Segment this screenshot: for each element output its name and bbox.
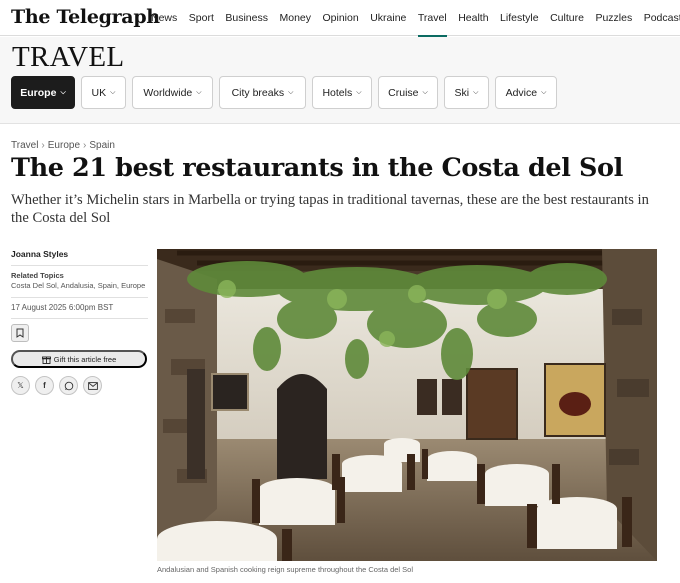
divider bbox=[11, 297, 148, 298]
telegraph-logo[interactable]: The Telegraph bbox=[11, 6, 160, 28]
divider bbox=[11, 318, 148, 319]
nav-item-business[interactable]: Business bbox=[225, 0, 268, 36]
related-topics-label: Related Topics bbox=[11, 271, 64, 280]
subnav-label: UK bbox=[91, 86, 107, 99]
bookmark-button[interactable] bbox=[11, 324, 29, 342]
nav-item-sport[interactable]: Sport bbox=[189, 0, 214, 36]
nav-item-ukraine[interactable]: Ukraine bbox=[370, 0, 406, 36]
share-email-button[interactable] bbox=[83, 376, 102, 395]
share-facebook-button[interactable]: f bbox=[35, 376, 54, 395]
subnav-label: Worldwide bbox=[143, 86, 193, 99]
share-x-button[interactable]: 𝕏 bbox=[11, 376, 30, 395]
section-title[interactable]: TRAVEL bbox=[12, 41, 124, 74]
breadcrumb-europe[interactable]: Europe bbox=[48, 140, 80, 151]
chevron-down-icon: ⌵ bbox=[473, 88, 479, 96]
subnav-label: Hotels bbox=[322, 86, 353, 99]
email-icon bbox=[87, 381, 98, 390]
facebook-icon: f bbox=[43, 381, 46, 390]
gift-label: Gift this article free bbox=[53, 354, 117, 364]
subnav-cruise[interactable]: Cruise ⌵ bbox=[378, 76, 438, 109]
image-caption: Andalusian and Spanish cooking reign sup… bbox=[157, 565, 414, 574]
subnav-europe[interactable]: Europe ⌵ bbox=[11, 76, 75, 109]
subnav-advice[interactable]: Advice ⌵ bbox=[495, 76, 557, 109]
chevron-down-icon: ⌵ bbox=[288, 88, 294, 96]
breadcrumb-travel[interactable]: Travel bbox=[11, 140, 38, 151]
article-headline: The 21 best restaurants in the Costa del… bbox=[11, 153, 623, 183]
subnav-ski[interactable]: Ski ⌵ bbox=[444, 76, 489, 109]
nav-item-news[interactable]: News bbox=[151, 0, 177, 36]
breadcrumb: Travel › Europe › Spain bbox=[11, 140, 115, 151]
top-navigation-bar: The Telegraph News Sport Business Money … bbox=[0, 0, 680, 37]
nav-item-culture[interactable]: Culture bbox=[550, 0, 584, 36]
subnav-hotels[interactable]: Hotels ⌵ bbox=[312, 76, 372, 109]
hero-image bbox=[157, 249, 657, 561]
article-standfirst: Whether it’s Michelin stars in Marbella … bbox=[11, 192, 649, 226]
breadcrumb-spain[interactable]: Spain bbox=[89, 140, 115, 151]
author-name[interactable]: Joanna Styles bbox=[11, 249, 148, 259]
publish-date: 17 August 2025 6:00pm BST bbox=[11, 303, 114, 312]
gift-article-button[interactable]: Gift this article free bbox=[11, 350, 147, 368]
gift-icon bbox=[41, 356, 51, 364]
section-header: TRAVEL Europe ⌵ UK ⌵ Worldwide ⌵ City break… bbox=[0, 37, 680, 124]
divider bbox=[11, 265, 148, 266]
subnav-uk[interactable]: UK ⌵ bbox=[81, 76, 126, 109]
subnav-label: Advice bbox=[505, 86, 538, 99]
restaurant-courtyard-photo bbox=[157, 249, 657, 561]
chevron-down-icon: ⌵ bbox=[110, 88, 116, 96]
nav-item-puzzles[interactable]: Puzzles bbox=[595, 0, 632, 36]
subnav-city-breaks[interactable]: City breaks ⌵ bbox=[219, 76, 306, 109]
chevron-down-icon: ⌵ bbox=[422, 88, 428, 96]
nav-item-money[interactable]: Money bbox=[279, 0, 311, 36]
subnav-label: Europe bbox=[20, 86, 57, 99]
subnav-worldwide[interactable]: Worldwide ⌵ bbox=[132, 76, 213, 109]
chevron-down-icon: ⌵ bbox=[196, 88, 202, 96]
subnav-label: Ski bbox=[454, 86, 470, 99]
nav-item-opinion[interactable]: Opinion bbox=[323, 0, 359, 36]
chevron-down-icon: ⌵ bbox=[356, 88, 362, 96]
nav-item-lifestyle[interactable]: Lifestyle bbox=[500, 0, 539, 36]
subnav-label: City breaks bbox=[231, 86, 285, 99]
nav-item-podcasts[interactable]: Podcasts bbox=[644, 0, 680, 36]
share-buttons: 𝕏 f bbox=[11, 376, 148, 395]
bookmark-icon bbox=[16, 328, 24, 338]
nav-item-health[interactable]: Health bbox=[458, 0, 488, 36]
subnav-label: Cruise bbox=[388, 86, 419, 99]
breadcrumb-separator: › bbox=[41, 140, 45, 151]
x-icon: 𝕏 bbox=[17, 381, 24, 390]
chevron-down-icon: ⌵ bbox=[541, 88, 547, 96]
main-nav: News Sport Business Money Opinion Ukrain… bbox=[151, 0, 680, 37]
related-topics-list[interactable]: Costa Del Sol, Andalusia, Spain, Europe bbox=[11, 281, 148, 291]
whatsapp-icon bbox=[64, 381, 73, 390]
breadcrumb-separator: › bbox=[83, 140, 87, 151]
chevron-down-icon: ⌵ bbox=[60, 88, 66, 96]
article-meta: Joanna Styles Related Topics Costa Del S… bbox=[11, 246, 148, 395]
nav-item-travel[interactable]: Travel bbox=[417, 0, 447, 37]
share-whatsapp-button[interactable] bbox=[59, 376, 78, 395]
section-subnav: Europe ⌵ UK ⌵ Worldwide ⌵ City breaks ⌵ Hote… bbox=[11, 76, 563, 109]
